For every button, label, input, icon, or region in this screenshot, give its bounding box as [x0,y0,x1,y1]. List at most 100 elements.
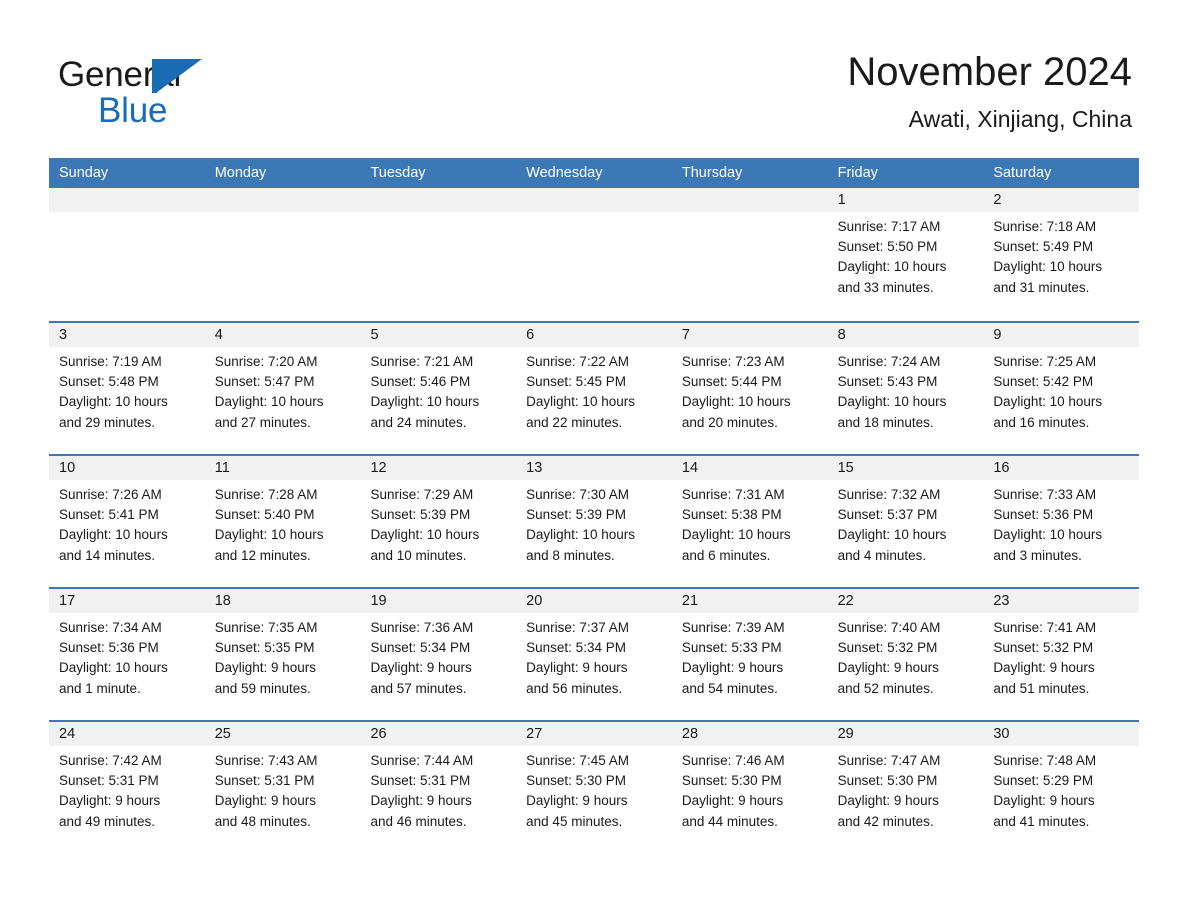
daylight-duration-line1: Daylight: 9 hours [370,793,472,809]
calendar-day-cell[interactable]: 3 Sunrise: 7:19 AM Sunset: 5:48 PM Daylight… [49,323,205,454]
day-number-band [204,188,361,212]
daylight-duration-line1: Daylight: 10 hours [370,527,480,543]
calendar-day-cell[interactable]: 18 Sunrise: 7:35 AM Sunset: 5:35 PM Dayligh… [204,589,361,720]
day-details: Sunrise: 7:22 AM Sunset: 5:45 PM Daylight:… [516,347,672,433]
sunset-time: Sunset: 5:30 PM [681,773,782,789]
calendar-day-cell[interactable]: 15 Sunrise: 7:32 AM Sunset: 5:37 PM Dayligh… [827,456,984,587]
day-details: Sunrise: 7:45 AM Sunset: 5:30 PM Daylight:… [516,746,672,832]
calendar-day-cell[interactable]: 10 Sunrise: 7:26 AM Sunset: 5:41 PM Dayligh… [49,456,205,587]
day-number-band: 23 [983,589,1140,613]
day-number-band: 8 [827,323,984,347]
sunset-time: Sunset: 5:44 PM [681,374,782,390]
calendar-day-cell[interactable]: 11 Sunrise: 7:28 AM Sunset: 5:40 PM Dayligh… [204,456,361,587]
calendar-day-cell[interactable]: 25 Sunrise: 7:43 AM Sunset: 5:31 PM Dayligh… [204,722,361,853]
day-number: 5 [370,327,379,343]
day-number-band: 11 [204,456,361,480]
sunset-time: Sunset: 5:31 PM [214,773,315,789]
daylight-duration-line1: Daylight: 10 hours [837,394,947,410]
calendar-day-cell[interactable]: 30 Sunrise: 7:48 AM Sunset: 5:29 PM Dayligh… [983,722,1140,853]
calendar-day-cell[interactable]: 5 Sunrise: 7:21 AM Sunset: 5:46 PM Daylight… [360,323,517,454]
calendar-day-cell[interactable]: 13 Sunrise: 7:30 AM Sunset: 5:39 PM Dayligh… [516,456,672,587]
calendar-day-cell[interactable]: 20 Sunrise: 7:37 AM Sunset: 5:34 PM Dayligh… [516,589,672,720]
calendar-day-cell[interactable]: 21 Sunrise: 7:39 AM Sunset: 5:33 PM Dayligh… [671,589,828,720]
calendar-day-cell[interactable]: 14 Sunrise: 7:31 AM Sunset: 5:38 PM Dayligh… [671,456,828,587]
calendar-day-cell[interactable]: 19 Sunrise: 7:36 AM Sunset: 5:34 PM Dayligh… [360,589,517,720]
sunrise-time: Sunrise: 7:37 AM [526,620,629,635]
day-number: 19 [370,593,387,609]
daylight-duration-line2: and 46 minutes. [370,813,467,829]
daylight-duration-line1: Daylight: 10 hours [214,527,324,543]
day-number: 14 [681,460,699,476]
day-number: 28 [681,726,699,742]
day-details: Sunrise: 7:33 AM Sunset: 5:36 PM Daylight:… [983,480,1139,566]
calendar-day-cell[interactable]: 26 Sunrise: 7:44 AM Sunset: 5:31 PM Dayligh… [360,722,517,853]
calendar-day-cell[interactable]: 16 Sunrise: 7:33 AM Sunset: 5:36 PM Dayligh… [983,456,1140,587]
day-number: 9 [993,327,1002,343]
calendar-day-cell[interactable]: 8 Sunrise: 7:24 AM Sunset: 5:43 PM Daylight… [827,323,984,454]
day-number-band: 12 [360,456,517,480]
sunrise-time: Sunrise: 7:28 AM [214,487,318,502]
day-details: Sunrise: 7:21 AM Sunset: 5:46 PM Daylight:… [360,347,516,433]
sunset-time: Sunset: 5:35 PM [214,640,315,656]
daylight-duration-line2: and 16 minutes. [993,414,1090,430]
day-number-band [516,188,672,212]
day-number: 8 [837,327,846,343]
daylight-duration-line2: and 12 minutes. [214,547,311,563]
day-details: Sunrise: 7:32 AM Sunset: 5:37 PM Daylight:… [828,480,984,566]
calendar-grid: Sunday Monday Tuesday Wednesday Thursday… [49,158,1140,853]
daylight-duration-line1: Daylight: 9 hours [993,793,1095,809]
daylight-duration-line1: Daylight: 10 hours [526,527,635,543]
day-number: 18 [214,593,231,609]
day-number-band: 27 [516,722,672,746]
day-number-band: 30 [983,722,1140,746]
daylight-duration-line2: and 48 minutes. [214,813,311,829]
daylight-duration-line1: Daylight: 10 hours [59,660,168,676]
day-number: 15 [837,460,854,476]
calendar-day-cell[interactable]: 12 Sunrise: 7:29 AM Sunset: 5:39 PM Dayligh… [360,456,517,587]
daylight-duration-line2: and 6 minutes. [681,547,771,563]
calendar-day-cell[interactable]: 9 Sunrise: 7:25 AM Sunset: 5:42 PM Daylight… [983,323,1140,454]
calendar-day-cell[interactable]: 4 Sunrise: 7:20 AM Sunset: 5:47 PM Daylight… [204,323,361,454]
daylight-duration-line2: and 45 minutes. [526,813,623,829]
daylight-duration-line2: and 29 minutes. [59,414,156,430]
calendar-day-cell[interactable]: 27 Sunrise: 7:45 AM Sunset: 5:30 PM Dayligh… [516,722,672,853]
day-number-band: 24 [49,722,205,746]
day-number-band: 13 [516,456,672,480]
daylight-duration-line1: Daylight: 10 hours [59,394,168,410]
day-number: 17 [59,593,76,609]
calendar-day-cell[interactable]: 6 Sunrise: 7:22 AM Sunset: 5:45 PM Daylight… [516,323,672,454]
day-details: Sunrise: 7:17 AM Sunset: 5:50 PM Daylight:… [828,212,984,298]
calendar-week-row: 17 Sunrise: 7:34 AM Sunset: 5:36 PM Dayligh… [49,587,1140,720]
calendar-day-cell[interactable]: 22 Sunrise: 7:40 AM Sunset: 5:32 PM Dayligh… [827,589,984,720]
day-number-band: 28 [671,722,828,746]
sunrise-time: Sunrise: 7:19 AM [59,354,162,369]
daylight-duration-line1: Daylight: 10 hours [526,394,635,410]
daylight-duration-line1: Daylight: 10 hours [837,527,947,543]
day-details [49,212,205,217]
daylight-duration-line2: and 1 minute. [59,680,141,696]
calendar-day-cell[interactable]: 2 Sunrise: 7:18 AM Sunset: 5:49 PM Daylight… [983,188,1140,321]
calendar-day-cell[interactable]: 17 Sunrise: 7:34 AM Sunset: 5:36 PM Dayligh… [49,589,205,720]
day-details: Sunrise: 7:18 AM Sunset: 5:49 PM Daylight:… [983,212,1139,298]
weekday-header-row: Sunday Monday Tuesday Wednesday Thursday… [49,158,1139,188]
calendar-day-cell[interactable]: 7 Sunrise: 7:23 AM Sunset: 5:44 PM Daylight… [671,323,828,454]
logo-top-row: General [58,55,388,95]
daylight-duration-line2: and 8 minutes. [526,547,615,563]
calendar-day-cell[interactable]: 23 Sunrise: 7:41 AM Sunset: 5:32 PM Dayligh… [983,589,1140,720]
calendar-day-cell[interactable]: 24 Sunrise: 7:42 AM Sunset: 5:31 PM Dayligh… [49,722,205,853]
weekday-header-sunday: Sunday [59,165,109,181]
day-details: Sunrise: 7:47 AM Sunset: 5:30 PM Daylight:… [828,746,984,832]
day-details [672,212,828,217]
daylight-duration-line1: Daylight: 9 hours [681,660,784,676]
day-number: 11 [214,460,230,476]
calendar-day-cell[interactable]: 29 Sunrise: 7:47 AM Sunset: 5:30 PM Dayligh… [827,722,984,853]
calendar-day-cell[interactable]: 1 Sunrise: 7:17 AM Sunset: 5:50 PM Daylight… [827,188,984,321]
calendar-day-cell[interactable]: 28 Sunrise: 7:46 AM Sunset: 5:30 PM Dayligh… [671,722,828,853]
logo-text-blue: Blue [98,91,168,130]
calendar-day-cell-empty [671,188,828,321]
daylight-duration-line2: and 49 minutes. [59,813,156,829]
day-number: 2 [993,192,1002,208]
sunrise-time: Sunrise: 7:31 AM [681,487,785,502]
sunrise-time: Sunrise: 7:32 AM [837,487,941,502]
daylight-duration-line2: and 59 minutes. [214,680,311,696]
